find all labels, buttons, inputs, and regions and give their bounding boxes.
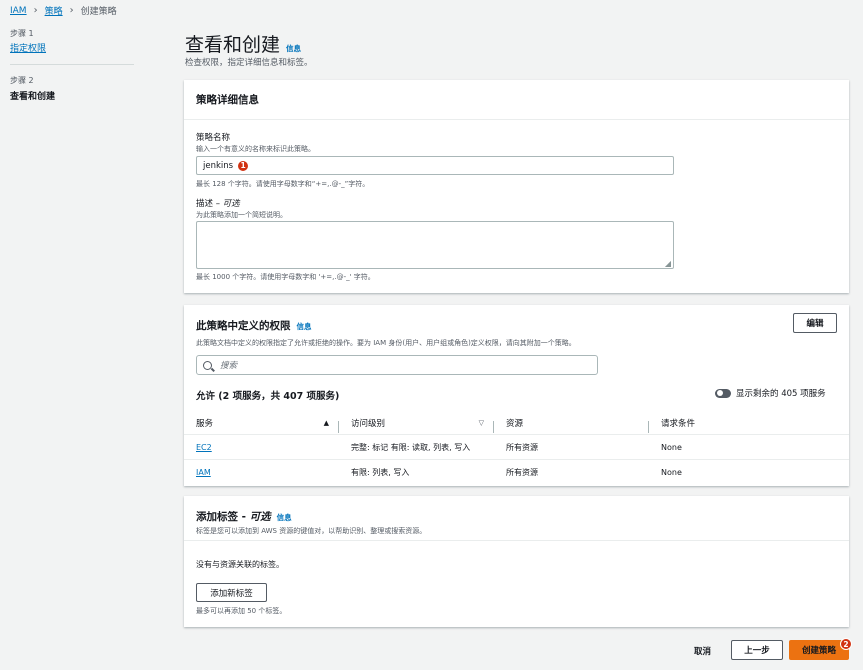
table-row: EC2 完整: 标记 有限: 读取, 列表, 写入 所有资源 None xyxy=(184,435,849,460)
policy-details-panel: 策略详细信息 策略名称 输入一个有意义的名称来标识此策略。 jenkins 1 … xyxy=(184,80,849,293)
show-remaining-toggle[interactable]: 显示剩余的 405 项服务 xyxy=(715,387,826,399)
service-link-iam[interactable]: IAM xyxy=(196,468,211,477)
toggle-switch[interactable] xyxy=(715,388,731,398)
policy-name-input[interactable]: jenkins 1 xyxy=(196,156,674,175)
column-access-level[interactable]: 访问级别 ▽ xyxy=(339,417,494,433)
description-optional: 可选 xyxy=(222,199,240,209)
page-title: 查看和创建 xyxy=(185,34,281,56)
breadcrumb: IAM › 策略 › 创建策略 xyxy=(10,4,117,17)
service-link-ec2[interactable]: EC2 xyxy=(196,443,212,452)
sort-icon[interactable]: ▽ xyxy=(479,419,484,427)
resize-handle-icon[interactable]: ◢ xyxy=(665,259,671,268)
tags-empty-text: 没有与资源关联的标签。 xyxy=(196,560,284,569)
toggle-label: 显示剩余的 405 项服务 xyxy=(736,389,826,399)
policy-name-value: jenkins xyxy=(203,160,234,171)
step-divider xyxy=(10,64,134,65)
add-tag-button[interactable]: 添加新标签 xyxy=(196,583,267,602)
description-label: 描述 – 可选 xyxy=(196,199,240,209)
allow-summary: 允许 (2 项服务，共 407 项服务) xyxy=(196,391,340,402)
search-placeholder: 搜索 xyxy=(220,361,238,371)
step-1-label: 步骤 1 xyxy=(10,29,34,38)
table-header: 服务 ▲ 访问级别 ▽ 资源 请求条件 xyxy=(184,411,849,435)
wizard-steps: 步骤 1 指定权限 步骤 2 查看和创建 xyxy=(10,28,134,102)
page-info-link[interactable]: 信息 xyxy=(286,43,301,54)
policy-details-header: 策略详细信息 xyxy=(184,80,849,120)
column-resource: 资源 xyxy=(494,417,649,433)
step-badge-2: 2 xyxy=(840,638,852,650)
tags-info-link[interactable]: 信息 xyxy=(277,512,292,523)
permissions-info-link[interactable]: 信息 xyxy=(297,321,312,332)
step-2-label: 步骤 2 xyxy=(10,76,34,85)
breadcrumb-policies-link[interactable]: 策略 xyxy=(45,4,63,17)
policy-name-hint: 输入一个有意义的名称来标识此策略。 xyxy=(196,145,315,153)
policy-name-constraint: 最长 128 个字符。请使用字母数字和“+=,.@-_”字符。 xyxy=(196,180,370,188)
step-2-title: 查看和创建 xyxy=(10,92,56,102)
permissions-table: 服务 ▲ 访问级别 ▽ 资源 请求条件 EC2 完整: 标记 有限: 读取, 列… xyxy=(184,411,849,485)
chevron-right-icon: › xyxy=(33,5,38,16)
edit-button[interactable]: 编辑 xyxy=(793,313,837,333)
breadcrumb-current: 创建策略 xyxy=(80,7,117,17)
permissions-panel: 此策略中定义的权限 信息 编辑 此策略文档中定义的权限指定了允许或拒绝的操作。要… xyxy=(184,305,849,486)
tags-optional: 可选 xyxy=(249,511,271,523)
resource-cell: 所有资源 xyxy=(506,442,538,452)
sort-ascending-icon[interactable]: ▲ xyxy=(324,419,329,427)
policy-name-label: 策略名称 xyxy=(196,133,231,143)
column-condition: 请求条件 xyxy=(661,418,696,429)
permissions-title: 此策略中定义的权限 xyxy=(196,320,291,332)
breadcrumb-iam-link[interactable]: IAM xyxy=(10,6,27,16)
condition-cell: None xyxy=(661,442,682,452)
description-textarea[interactable]: ◢ xyxy=(196,221,674,269)
tags-title: 添加标签 - 可选 xyxy=(196,511,271,523)
policy-details-title: 策略详细信息 xyxy=(196,94,259,106)
step-badge-1: 1 xyxy=(237,159,250,172)
description-hint: 为此策略添加一个简短说明。 xyxy=(196,211,287,219)
previous-button[interactable]: 上一步 xyxy=(731,640,783,660)
access-level-cell: 完整: 标记 有限: 读取, 列表, 写入 xyxy=(351,442,471,452)
tags-description: 标签是您可以添加到 AWS 资源的键值对，以帮助识别、整理或搜索资源。 xyxy=(196,527,427,535)
page-description: 检查权限，指定详细信息和标签。 xyxy=(185,58,313,68)
step-1-link[interactable]: 指定权限 xyxy=(10,41,134,54)
search-input[interactable]: 搜索 xyxy=(196,355,598,375)
resource-cell: 所有资源 xyxy=(506,468,538,477)
tags-panel: 添加标签 - 可选 信息 标签是您可以添加到 AWS 资源的键值对，以帮助识别、… xyxy=(184,496,849,627)
description-constraint: 最长 1000 个字符。请使用字母数字和 '+=,.@-_' 字符。 xyxy=(196,273,375,281)
access-level-cell: 有限: 列表, 写入 xyxy=(351,468,410,477)
condition-cell: None xyxy=(661,468,682,477)
table-row: IAM 有限: 列表, 写入 所有资源 None xyxy=(184,460,849,485)
column-service[interactable]: 服务 ▲ xyxy=(184,417,339,433)
search-icon xyxy=(203,360,215,372)
permissions-description: 此策略文档中定义的权限指定了允许或拒绝的操作。要为 IAM 身份(用户、用户组或… xyxy=(196,339,576,347)
page-header: 查看和创建 信息 xyxy=(185,30,301,57)
tags-limit: 最多可以再添加 50 个标签。 xyxy=(196,607,287,615)
chevron-right-icon: › xyxy=(69,5,74,16)
cancel-button[interactable]: 取消 xyxy=(694,645,711,657)
